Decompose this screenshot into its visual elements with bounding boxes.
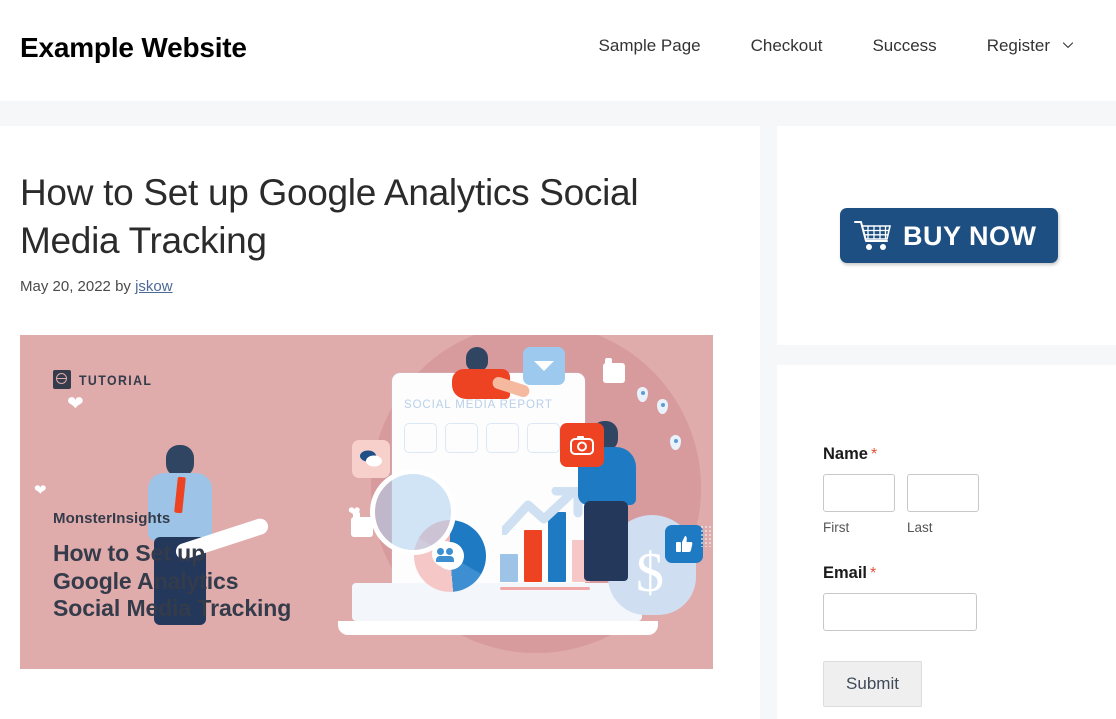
first-name-input[interactable] <box>823 474 895 512</box>
thumbs-up-icon <box>603 358 625 383</box>
report-box <box>486 423 519 453</box>
post-author-link[interactable]: jskow <box>135 278 173 295</box>
featured-headline-line-2: Google Analytics <box>53 567 239 594</box>
illustration-laptop-base <box>352 583 642 621</box>
illustration-person-top <box>450 347 531 399</box>
person-legs <box>584 501 628 581</box>
heart-icon: ❤ <box>34 482 47 499</box>
bar <box>500 554 518 582</box>
chevron-down-icon[interactable] <box>1062 39 1074 50</box>
first-name-sublabel: First <box>823 520 850 535</box>
last-name-input[interactable] <box>907 474 979 512</box>
buy-now-label: BUY NOW <box>903 220 1037 251</box>
site-header: Example Website Sample Page Checkout Suc… <box>0 0 1116 101</box>
heart-icon: ❤ <box>67 393 84 415</box>
nav-label: Register <box>986 36 1050 55</box>
post-date: May 20, 2022 <box>20 278 111 295</box>
page-title: How to Set up Google Analytics Social Me… <box>20 172 639 261</box>
featured-headline-line-1: How to Set up <box>53 540 206 566</box>
book-globe-icon <box>53 370 71 389</box>
widget-buy-now: BUY NOW <box>777 126 1116 345</box>
email-group: Email * <box>823 562 1083 631</box>
page-root: Example Website Sample Page Checkout Suc… <box>0 0 1116 719</box>
bar-baseline <box>500 587 590 590</box>
bar <box>524 530 542 582</box>
nav-label: Sample Page <box>598 36 701 55</box>
required-asterisk: * <box>870 565 877 582</box>
featured-image[interactable]: TUTORIAL SOCIAL MEDIA REPORT $ ❤ ❤ Monst… <box>20 335 713 669</box>
primary-navigation: Sample Page Checkout Success Register <box>574 33 1098 59</box>
email-label-text: Email <box>823 564 868 582</box>
contact-form: Name * First Last Email * Submit <box>823 443 1083 707</box>
nav-item-register[interactable]: Register <box>962 33 1098 59</box>
thumbs-up-icon <box>665 525 703 563</box>
chat-bubble-icon <box>352 440 390 478</box>
entry-meta: May 20, 2022 by jskow <box>20 277 173 297</box>
report-box <box>404 423 437 453</box>
site-title[interactable]: Example Website <box>20 30 247 66</box>
nav-label: Checkout <box>750 36 823 55</box>
tutorial-badge-label: TUTORIAL <box>79 371 153 388</box>
report-box <box>527 423 560 453</box>
paper-plane-icon <box>523 347 565 385</box>
last-name-sublabel: Last <box>907 520 933 535</box>
illustration-laptop-foot <box>338 621 658 635</box>
widget-contact-form: Name * First Last Email * Submit <box>777 365 1116 719</box>
featured-headline-line-3: Social Media Tracking <box>53 595 292 621</box>
featured-brand-name: MonsterInsights <box>53 510 171 527</box>
person-head <box>466 347 488 371</box>
tutorial-badge: TUTORIAL <box>53 370 162 389</box>
sidebar: BUY NOW Name * First Last Email * Submit <box>777 126 1116 719</box>
illustration-report-title: SOCIAL MEDIA REPORT <box>404 399 553 411</box>
nav-item-checkout[interactable]: Checkout <box>726 33 848 59</box>
dot-grid-decoration <box>700 525 713 547</box>
header-content-divider <box>0 101 1116 126</box>
nav-item-success[interactable]: Success <box>847 33 961 59</box>
first-name-group: First <box>823 474 895 537</box>
email-input[interactable] <box>823 593 977 631</box>
nav-item-sample-page[interactable]: Sample Page <box>574 33 726 59</box>
meta-by-word: by <box>115 278 131 295</box>
featured-headline: How to Set up Google Analytics Social Me… <box>53 540 291 623</box>
last-name-group: Last <box>907 474 979 537</box>
camera-icon <box>560 423 604 467</box>
required-asterisk: * <box>870 446 878 463</box>
thumbs-up-icon <box>351 512 373 537</box>
nav-label: Success <box>872 36 937 55</box>
name-field-label: Name * <box>823 443 1083 466</box>
illustration-magnifier <box>370 469 456 555</box>
report-box <box>445 423 478 453</box>
main-content: How to Set up Google Analytics Social Me… <box>0 126 760 719</box>
shopping-cart-icon <box>854 219 894 253</box>
name-label-text: Name <box>823 445 868 463</box>
submit-button[interactable]: Submit <box>823 661 922 707</box>
buy-now-button[interactable]: BUY NOW <box>840 208 1058 263</box>
name-inputs-row: First Last <box>823 474 1083 537</box>
email-field-label: Email * <box>823 562 1083 585</box>
